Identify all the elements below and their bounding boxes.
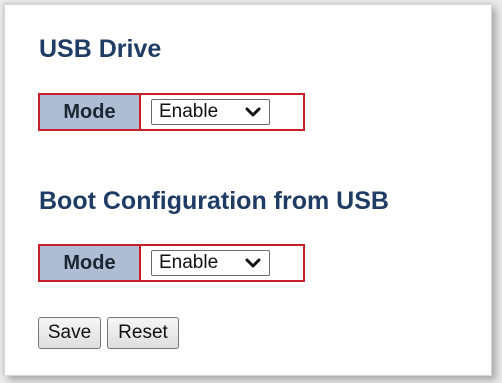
usb-drive-mode-select[interactable]: Enable xyxy=(151,99,270,125)
boot-config-title: Boot Configuration from USB xyxy=(39,187,389,215)
usb-drive-mode-row: Mode Enable xyxy=(38,93,305,131)
usb-drive-mode-label: Mode xyxy=(38,93,141,131)
reset-button[interactable]: Reset xyxy=(107,317,179,349)
boot-config-mode-value: Enable xyxy=(159,252,219,273)
boot-config-mode-row: Mode Enable xyxy=(38,244,305,282)
boot-config-mode-label: Mode xyxy=(38,244,141,282)
save-button[interactable]: Save xyxy=(38,317,101,349)
config-panel: USB Drive Mode Enable Boot Configuration… xyxy=(4,4,492,376)
usb-drive-title: USB Drive xyxy=(39,35,162,63)
chevron-down-icon xyxy=(245,107,261,117)
usb-drive-mode-cell: Enable xyxy=(141,93,305,131)
boot-config-mode-cell: Enable xyxy=(141,244,305,282)
chevron-down-icon xyxy=(245,258,261,268)
usb-drive-mode-value: Enable xyxy=(159,101,219,122)
boot-config-mode-select[interactable]: Enable xyxy=(151,250,270,276)
